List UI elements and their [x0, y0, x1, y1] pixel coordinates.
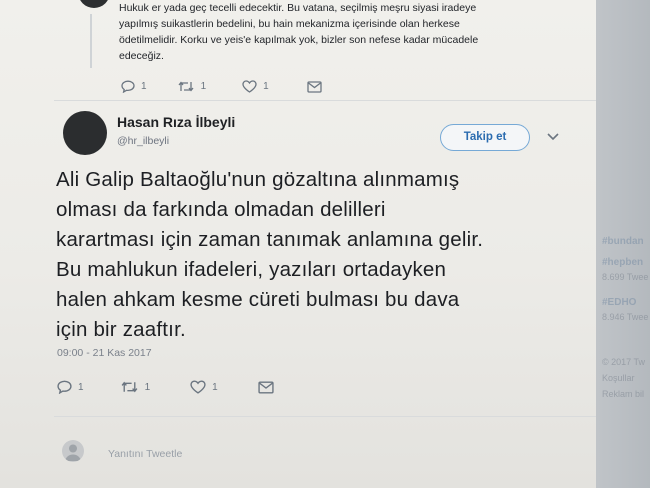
tweet-timestamp[interactable]: 09:00 - 21 Kas 2017	[57, 347, 152, 359]
previous-tweet-text: Hukuk er yada geç tecelli edecektir. Bu …	[119, 0, 559, 64]
retweet-button[interactable]: 1	[120, 380, 151, 394]
direct-message-icon	[258, 380, 274, 394]
previous-tweet-line: yapılmış suikastlerin bedelini, bu hain …	[119, 18, 460, 30]
reply-button[interactable]: 1	[121, 80, 147, 93]
previous-tweet-line: ödetilmelidir. Korku ve yeis'e kapılmak …	[119, 34, 479, 46]
previous-tweet-line: edeceğiz.	[119, 50, 164, 62]
retweet-icon	[121, 381, 137, 393]
previous-tweet-avatar[interactable]	[78, 0, 110, 8]
tweet-text-line: Bu mahlukun ifadeleri, yazıları ortadayk…	[56, 258, 447, 281]
tweet-actions: 1 1 1	[57, 380, 274, 394]
retweet-count: 1	[144, 381, 151, 393]
reply-icon	[57, 380, 72, 394]
reply-divider	[54, 416, 598, 417]
trend-ghost: 8.946 Twee	[602, 312, 649, 322]
tweet-text-line: karartması için zaman tanımak anlamına g…	[56, 228, 484, 251]
tweet-divider	[54, 100, 598, 101]
author-avatar[interactable]	[63, 111, 107, 155]
like-count: 1	[263, 81, 269, 92]
heart-icon	[242, 80, 257, 93]
direct-message-button[interactable]	[258, 380, 274, 394]
author-name[interactable]: Hasan Rıza İlbeyli	[117, 114, 235, 130]
thread-connector	[90, 14, 92, 68]
sidebar-glimpse: #bundan #hepben 8.699 Twee #EDHO 8.946 T…	[596, 0, 650, 488]
previous-tweet-actions: 1 1 1	[121, 80, 322, 93]
author-handle[interactable]: @hr_ilbeyli	[117, 135, 169, 147]
direct-message-button[interactable]	[307, 80, 322, 93]
like-button[interactable]: 1	[190, 380, 218, 394]
like-button[interactable]: 1	[242, 80, 269, 93]
footer-ghost: Reklam bil	[602, 389, 645, 399]
retweet-button[interactable]: 1	[177, 80, 207, 93]
tweet-text-line: için bir zaaftır.	[56, 318, 186, 341]
trend-ghost: #EDHO	[602, 297, 637, 308]
trend-ghost: #hepben	[602, 257, 644, 268]
tweet-text-line: halen ahkam kesme cüreti bulması bu dava	[56, 288, 460, 311]
footer-ghost: © 2017 Tw	[602, 357, 645, 367]
tweet-text: Ali Galip Baltaoğlu'nun gözaltına alınma…	[56, 165, 576, 345]
reply-button[interactable]: 1	[57, 380, 84, 394]
direct-message-icon	[307, 80, 322, 93]
footer-ghost: Koşullar	[602, 373, 635, 383]
reply-count: 1	[141, 81, 147, 92]
tweet-text-line: Ali Galip Baltaoğlu'nun gözaltına alınma…	[56, 168, 460, 191]
default-avatar-icon	[65, 444, 81, 461]
trend-ghost: #bundan	[602, 236, 644, 247]
retweet-count: 1	[200, 81, 207, 92]
trend-ghost: 8.699 Twee	[602, 272, 649, 282]
follow-button[interactable]: Takip et	[440, 124, 530, 151]
tweet-page: Hukuk er yada geç tecelli edecektir. Bu …	[0, 0, 598, 488]
like-count: 1	[212, 381, 218, 393]
previous-tweet-line: Hukuk er yada geç tecelli edecektir. Bu …	[119, 2, 477, 14]
reply-icon	[121, 80, 135, 93]
retweet-icon	[178, 81, 194, 92]
reply-count: 1	[78, 381, 84, 393]
heart-icon	[190, 380, 206, 394]
tweet-text-line: olması da farkında olmadan delilleri	[56, 198, 386, 221]
reply-input[interactable]: Yanıtını Tweetle	[100, 442, 600, 466]
user-avatar	[62, 440, 84, 462]
chevron-down-icon[interactable]	[546, 132, 560, 142]
